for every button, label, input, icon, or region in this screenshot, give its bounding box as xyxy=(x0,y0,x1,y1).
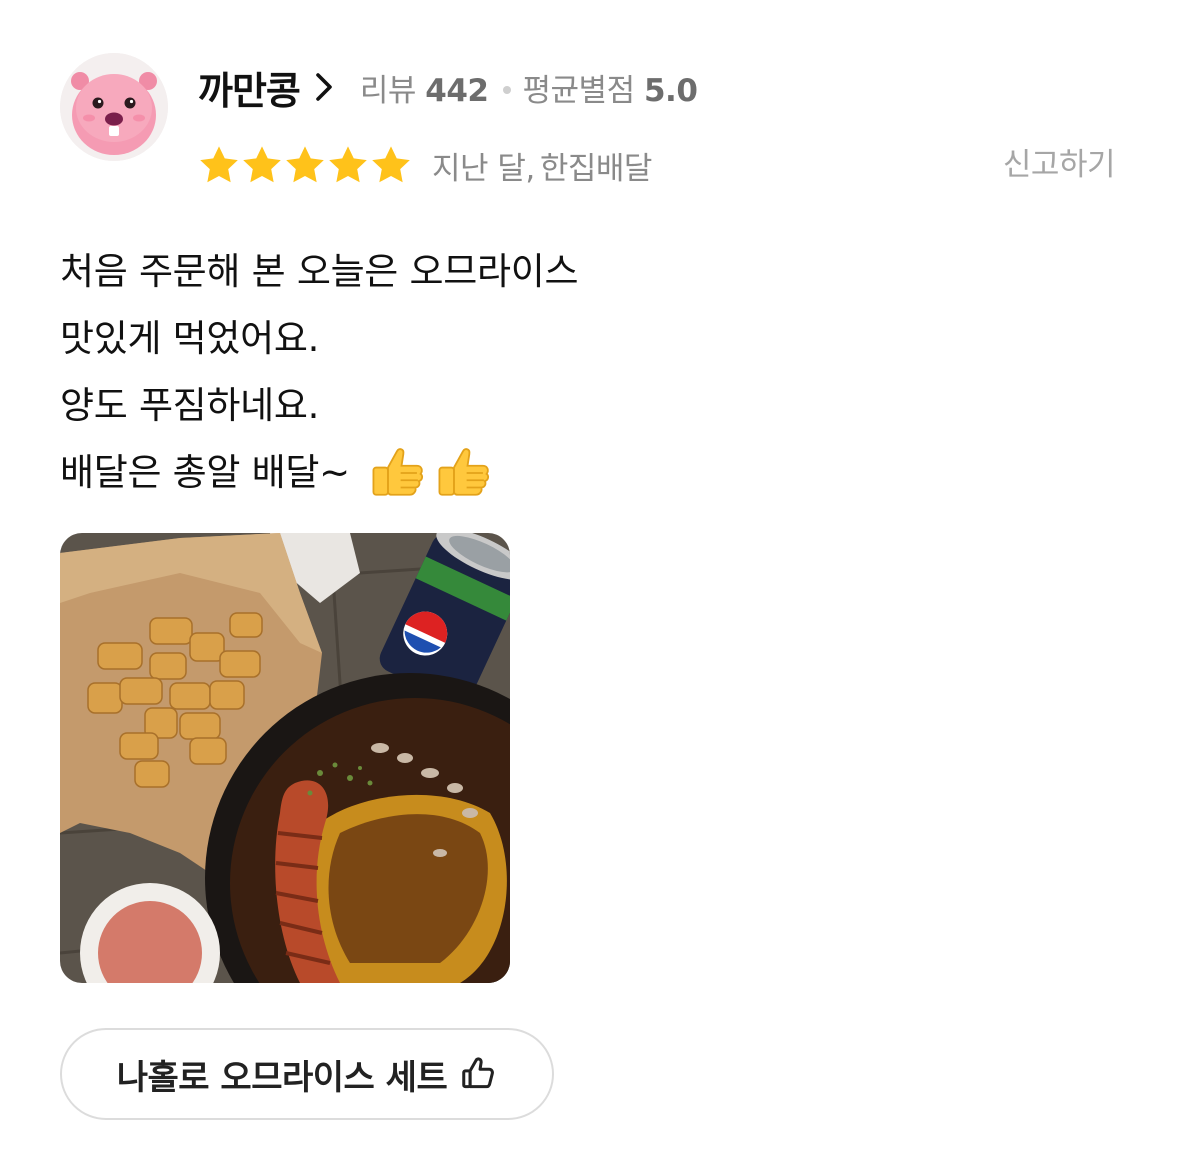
star-icon xyxy=(372,146,410,183)
review-date: 지난 달, xyxy=(432,150,535,187)
review-line: 배달은 총알 배달~ xyxy=(60,451,350,494)
separator-dot xyxy=(502,86,511,94)
avg-rating-value: 5.0 xyxy=(643,72,698,109)
menu-tag-chip[interactable]: 나홀로 오므라이스 세트 xyxy=(60,1028,554,1120)
beaver-avatar-icon xyxy=(60,53,168,161)
review-count: 442 xyxy=(425,72,489,109)
report-button[interactable]: 신고하기 xyxy=(1003,142,1116,188)
review-count-label: 리뷰 xyxy=(359,72,417,109)
review-line: 처음 주문해 본 오늘은 오므라이스 xyxy=(60,250,579,293)
emoji-group xyxy=(368,444,492,502)
menu-tag-label: 나홀로 오므라이스 세트 xyxy=(116,1057,448,1098)
food-photo xyxy=(60,533,510,983)
star-icon xyxy=(286,146,324,183)
star-rating xyxy=(198,145,412,185)
star-icon xyxy=(243,146,281,183)
thumbs-up-outline-icon xyxy=(459,1055,497,1093)
thumbs-up-emoji xyxy=(372,447,423,496)
star-icon xyxy=(329,146,367,183)
review-photo[interactable] xyxy=(60,533,510,983)
reviewer-header: 까만콩 리뷰 442 평균별점 5.0 xyxy=(198,60,698,115)
reviewer-nickname[interactable]: 까만콩 xyxy=(198,60,301,115)
review-line-last: 배달은 총알 배달~ xyxy=(60,439,578,506)
chevron-right-icon[interactable] xyxy=(314,72,334,102)
star-icon xyxy=(200,146,238,183)
thumbs-up-emoji xyxy=(438,447,489,496)
review-text: 처음 주문해 본 오늘은 오므라이스 맛있게 먹었어요. 양도 푸짐하네요. 배… xyxy=(60,238,579,506)
avg-rating-label: 평균별점 xyxy=(522,72,636,109)
review-line: 양도 푸짐하네요. xyxy=(60,384,320,427)
reviewer-stats: 리뷰 442 평균별점 5.0 xyxy=(360,65,698,110)
delivery-type: 한집배달 xyxy=(539,150,653,187)
review-line: 맛있게 먹었어요. xyxy=(60,317,320,360)
rating-row: 지난 달, 한집배달 xyxy=(198,142,652,188)
avatar[interactable] xyxy=(60,53,168,161)
